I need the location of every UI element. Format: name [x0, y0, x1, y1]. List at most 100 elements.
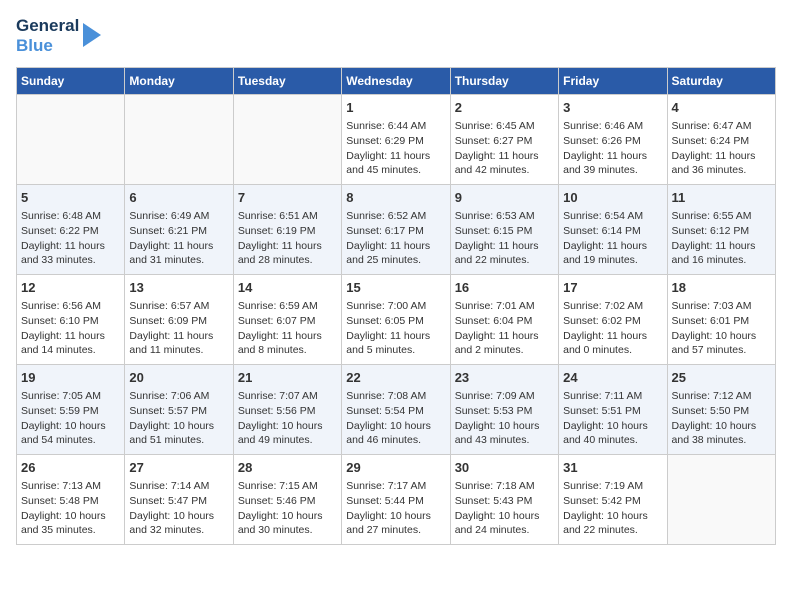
day-info: Sunset: 6:29 PM: [346, 134, 445, 149]
day-info: Daylight: 11 hours and 39 minutes.: [563, 149, 662, 178]
day-info: Sunset: 6:02 PM: [563, 314, 662, 329]
logo-arrow-icon: [83, 23, 101, 47]
day-info: Daylight: 10 hours and 40 minutes.: [563, 419, 662, 448]
day-info: Sunrise: 6:53 AM: [455, 209, 554, 224]
calendar-cell: 16Sunrise: 7:01 AMSunset: 6:04 PMDayligh…: [450, 275, 558, 365]
day-number: 1: [346, 99, 445, 117]
day-info: Sunset: 5:47 PM: [129, 494, 228, 509]
calendar-cell: 27 Sunrise: 7:14 AMSunset: 5:47 PMDayligh…: [125, 455, 233, 545]
day-info: Sunrise: 7:14 AM: [129, 479, 228, 494]
calendar-cell: 4Sunrise: 6:47 AMSunset: 6:24 PMDaylight…: [667, 95, 775, 185]
day-number: 29: [346, 459, 445, 477]
calendar-cell: 13Sunrise: 6:57 AMSunset: 6:09 PMDayligh…: [125, 275, 233, 365]
day-number: 15: [346, 279, 445, 297]
day-info: Sunset: 5:51 PM: [563, 404, 662, 419]
day-header-wednesday: Wednesday: [342, 68, 450, 95]
calendar-cell: 11Sunrise: 6:55 AMSunset: 6:12 PMDayligh…: [667, 185, 775, 275]
day-header-sunday: Sunday: [17, 68, 125, 95]
day-info: Sunrise: 6:56 AM: [21, 299, 120, 314]
calendar-cell: 15Sunrise: 7:00 AMSunset: 6:05 PMDayligh…: [342, 275, 450, 365]
day-number: 5: [21, 189, 120, 207]
day-info: Sunset: 6:27 PM: [455, 134, 554, 149]
day-info: Daylight: 11 hours and 33 minutes.: [21, 239, 120, 268]
day-info: Sunrise: 7:17 AM: [346, 479, 445, 494]
day-info: Sunset: 6:21 PM: [129, 224, 228, 239]
day-info: Sunrise: 6:46 AM: [563, 119, 662, 134]
day-header-saturday: Saturday: [667, 68, 775, 95]
day-info: Sunrise: 6:59 AM: [238, 299, 337, 314]
calendar-cell: 8Sunrise: 6:52 AMSunset: 6:17 PMDaylight…: [342, 185, 450, 275]
day-info: Sunset: 6:22 PM: [21, 224, 120, 239]
calendar-cell: 1Sunrise: 6:44 AMSunset: 6:29 PMDaylight…: [342, 95, 450, 185]
day-number: 19: [21, 369, 120, 387]
calendar-cell: 31Sunrise: 7:19 AMSunset: 5:42 PMDayligh…: [559, 455, 667, 545]
calendar-cell: [667, 455, 775, 545]
day-info: Daylight: 10 hours and 24 minutes.: [455, 509, 554, 538]
day-info: Sunset: 5:42 PM: [563, 494, 662, 509]
day-info: Sunset: 5:48 PM: [21, 494, 120, 509]
day-info: Sunset: 5:59 PM: [21, 404, 120, 419]
day-info: Daylight: 10 hours and 32 minutes.: [129, 509, 228, 538]
day-info: Sunrise: 7:03 AM: [672, 299, 771, 314]
day-number: 27: [129, 459, 228, 477]
day-number: 6: [129, 189, 228, 207]
day-number: 20: [129, 369, 228, 387]
calendar-cell: 21Sunrise: 7:07 AMSunset: 5:56 PMDayligh…: [233, 365, 341, 455]
day-info: Daylight: 11 hours and 36 minutes.: [672, 149, 771, 178]
day-number: 4: [672, 99, 771, 117]
day-info: Sunrise: 7:09 AM: [455, 389, 554, 404]
day-number: 22: [346, 369, 445, 387]
calendar-header-row: SundayMondayTuesdayWednesdayThursdayFrid…: [17, 68, 776, 95]
day-info: Sunrise: 6:57 AM: [129, 299, 228, 314]
day-number: 3: [563, 99, 662, 117]
day-info: Sunset: 5:44 PM: [346, 494, 445, 509]
day-info: Daylight: 11 hours and 8 minutes.: [238, 329, 337, 358]
calendar-cell: 17Sunrise: 7:02 AMSunset: 6:02 PMDayligh…: [559, 275, 667, 365]
calendar-cell: 7Sunrise: 6:51 AMSunset: 6:19 PMDaylight…: [233, 185, 341, 275]
day-number: 11: [672, 189, 771, 207]
calendar-cell: [233, 95, 341, 185]
day-info: Sunrise: 6:47 AM: [672, 119, 771, 134]
day-info: Sunrise: 7:01 AM: [455, 299, 554, 314]
day-info: Sunset: 6:04 PM: [455, 314, 554, 329]
calendar-cell: 22Sunrise: 7:08 AMSunset: 5:54 PMDayligh…: [342, 365, 450, 455]
day-info: Daylight: 11 hours and 0 minutes.: [563, 329, 662, 358]
day-info: Sunset: 6:14 PM: [563, 224, 662, 239]
day-info: Sunrise: 7:12 AM: [672, 389, 771, 404]
day-info: Sunrise: 7:13 AM: [21, 479, 120, 494]
day-number: 31: [563, 459, 662, 477]
day-info: Sunset: 5:56 PM: [238, 404, 337, 419]
calendar-cell: 20Sunrise: 7:06 AMSunset: 5:57 PMDayligh…: [125, 365, 233, 455]
day-info: Sunset: 5:50 PM: [672, 404, 771, 419]
day-info: Daylight: 11 hours and 19 minutes.: [563, 239, 662, 268]
day-info: Daylight: 10 hours and 51 minutes.: [129, 419, 228, 448]
day-number: 8: [346, 189, 445, 207]
day-info: Daylight: 11 hours and 5 minutes.: [346, 329, 445, 358]
day-info: Daylight: 10 hours and 27 minutes.: [346, 509, 445, 538]
day-number: 17: [563, 279, 662, 297]
day-info: Daylight: 10 hours and 35 minutes.: [21, 509, 120, 538]
day-info: Sunrise: 6:48 AM: [21, 209, 120, 224]
calendar-week-row: 5Sunrise: 6:48 AMSunset: 6:22 PMDaylight…: [17, 185, 776, 275]
calendar-cell: 29 Sunrise: 7:17 AMSunset: 5:44 PMDayligh…: [342, 455, 450, 545]
day-info: Daylight: 11 hours and 31 minutes.: [129, 239, 228, 268]
calendar-cell: 14Sunrise: 6:59 AMSunset: 6:07 PMDayligh…: [233, 275, 341, 365]
day-info: Sunrise: 7:07 AM: [238, 389, 337, 404]
day-info: Sunrise: 6:45 AM: [455, 119, 554, 134]
calendar-cell: 10Sunrise: 6:54 AMSunset: 6:14 PMDayligh…: [559, 185, 667, 275]
day-number: 18: [672, 279, 771, 297]
day-info: Daylight: 11 hours and 42 minutes.: [455, 149, 554, 178]
logo-text: General: [16, 16, 79, 36]
day-header-thursday: Thursday: [450, 68, 558, 95]
day-info: Sunset: 6:10 PM: [21, 314, 120, 329]
day-number: 24: [563, 369, 662, 387]
day-info: Sunset: 5:53 PM: [455, 404, 554, 419]
day-number: 7: [238, 189, 337, 207]
day-number: 30: [455, 459, 554, 477]
calendar-cell: 25Sunrise: 7:12 AMSunset: 5:50 PMDayligh…: [667, 365, 775, 455]
day-number: 14: [238, 279, 337, 297]
day-info: Sunrise: 7:00 AM: [346, 299, 445, 314]
calendar-cell: 23Sunrise: 7:09 AMSunset: 5:53 PMDayligh…: [450, 365, 558, 455]
day-number: 13: [129, 279, 228, 297]
page-header: General Blue: [16, 16, 776, 55]
